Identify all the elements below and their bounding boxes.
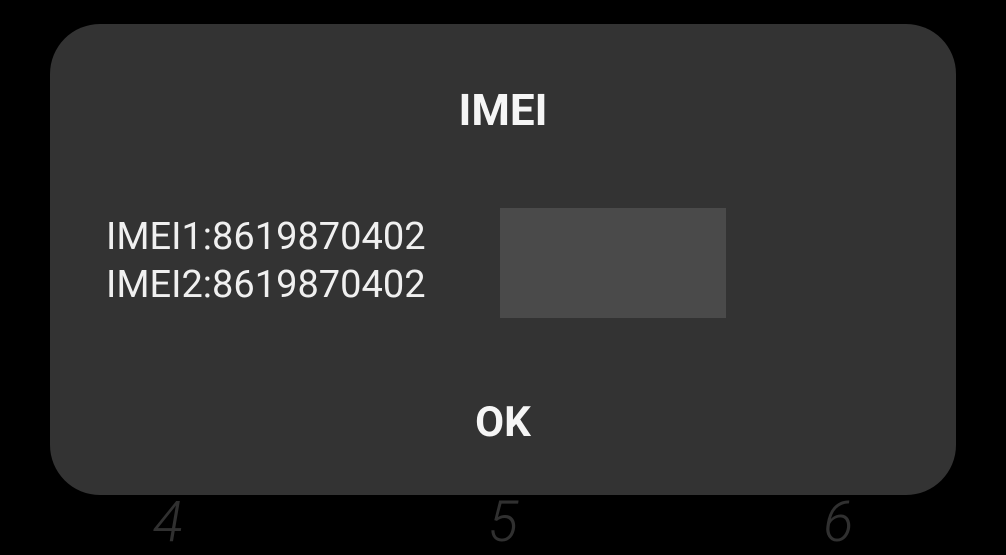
dialog-title: IMEI [106,84,900,136]
redaction-overlay [500,208,726,318]
keypad-digit: 5 [488,489,518,555]
dialog-content: IMEI1:8619870402 IMEI2:8619870402 [106,214,900,388]
keypad-digit: 4 [153,489,183,555]
imei1-value: 8619870402 [212,215,426,259]
ok-button[interactable]: OK [106,388,900,455]
imei-dialog: IMEI IMEI1:8619870402 IMEI2:8619870402 O… [50,24,956,495]
keypad-digit: 6 [823,489,853,555]
imei2-label: IMEI2: [106,263,212,307]
imei2-value: 8619870402 [212,263,426,307]
imei1-label: IMEI1: [106,215,212,259]
keypad-background: 4 5 6 [0,489,1006,555]
